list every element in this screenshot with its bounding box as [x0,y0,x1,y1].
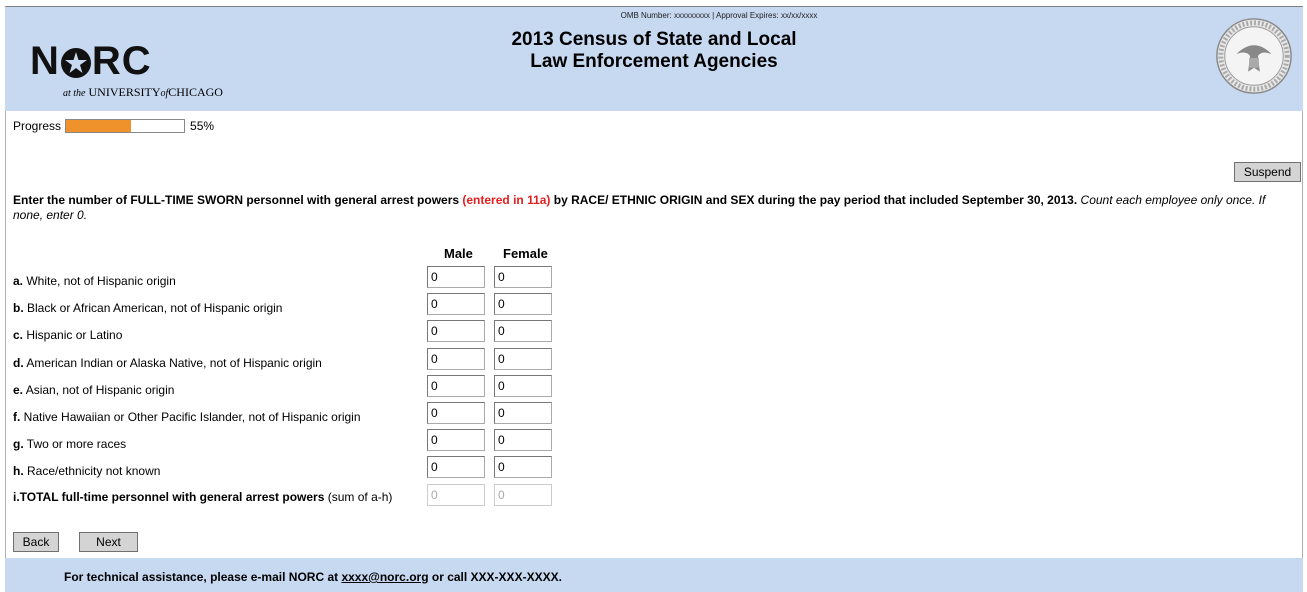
question-text: Enter the number of FULL-TIME SWORN pers… [13,193,1266,222]
row-label: h. Race/ethnicity not known [13,464,161,479]
female-count-input[interactable] [494,293,552,316]
male-count-input[interactable] [427,429,485,452]
male-count-input[interactable] [427,456,485,479]
progress-bar [65,119,186,133]
column-header-male: Male [444,246,473,261]
support-email-link[interactable]: xxxx@norc.org [341,570,428,584]
row-label: f. Native Hawaiian or Other Pacific Isla… [13,410,361,424]
total-male-input [427,484,485,506]
row-label: d. American Indian or Alaska Native, not… [13,355,322,370]
footer-text: For technical assistance, please e-mail … [64,570,562,584]
row-label: b. Black or African American, not of His… [13,301,283,316]
total-label: i.TOTAL full-time personnel with general… [13,490,325,504]
suspend-button[interactable]: Suspend [1234,162,1301,182]
back-button[interactable]: Back [13,532,59,552]
row-label: g. Two or more races [13,437,127,452]
male-count-input[interactable] [427,320,485,343]
header-banner: OMB Number: xxxxxxxxx | Approval Expires… [5,7,1303,111]
male-count-input[interactable] [427,347,485,370]
progress-label: Progress [13,119,62,133]
male-count-input[interactable] [427,374,485,397]
progress-percent: 55% [190,119,215,133]
female-count-input[interactable] [494,266,552,288]
male-count-input[interactable] [427,293,485,316]
row-label: c. Hispanic or Latino [13,328,123,343]
omb-text: OMB Number: xxxxxxxxx | Approval Expires… [620,11,818,20]
progress-section: Progress 55% [13,119,214,133]
progress-fill [66,120,131,132]
row-label: a. White, not of Hispanic origin [13,274,176,288]
footer-bar: For technical assistance, please e-mail … [5,558,1303,592]
total-female-input [494,484,552,506]
female-count-input[interactable] [494,374,552,397]
male-count-input[interactable] [427,266,485,288]
female-count-input[interactable] [494,320,552,343]
row-label: e. Asian, not of Hispanic origin [13,382,175,397]
male-count-input[interactable] [427,402,485,424]
doj-seal-icon [1216,18,1292,94]
female-count-input[interactable] [494,429,552,452]
female-count-input[interactable] [494,402,552,424]
next-button[interactable]: Next [79,532,138,552]
female-count-input[interactable] [494,456,552,479]
female-count-input[interactable] [494,347,552,370]
norc-star-icon [60,48,91,79]
column-header-female: Female [503,246,548,261]
norc-logo: N RC at the UNIVERSITYofCHICAGO [30,39,223,99]
